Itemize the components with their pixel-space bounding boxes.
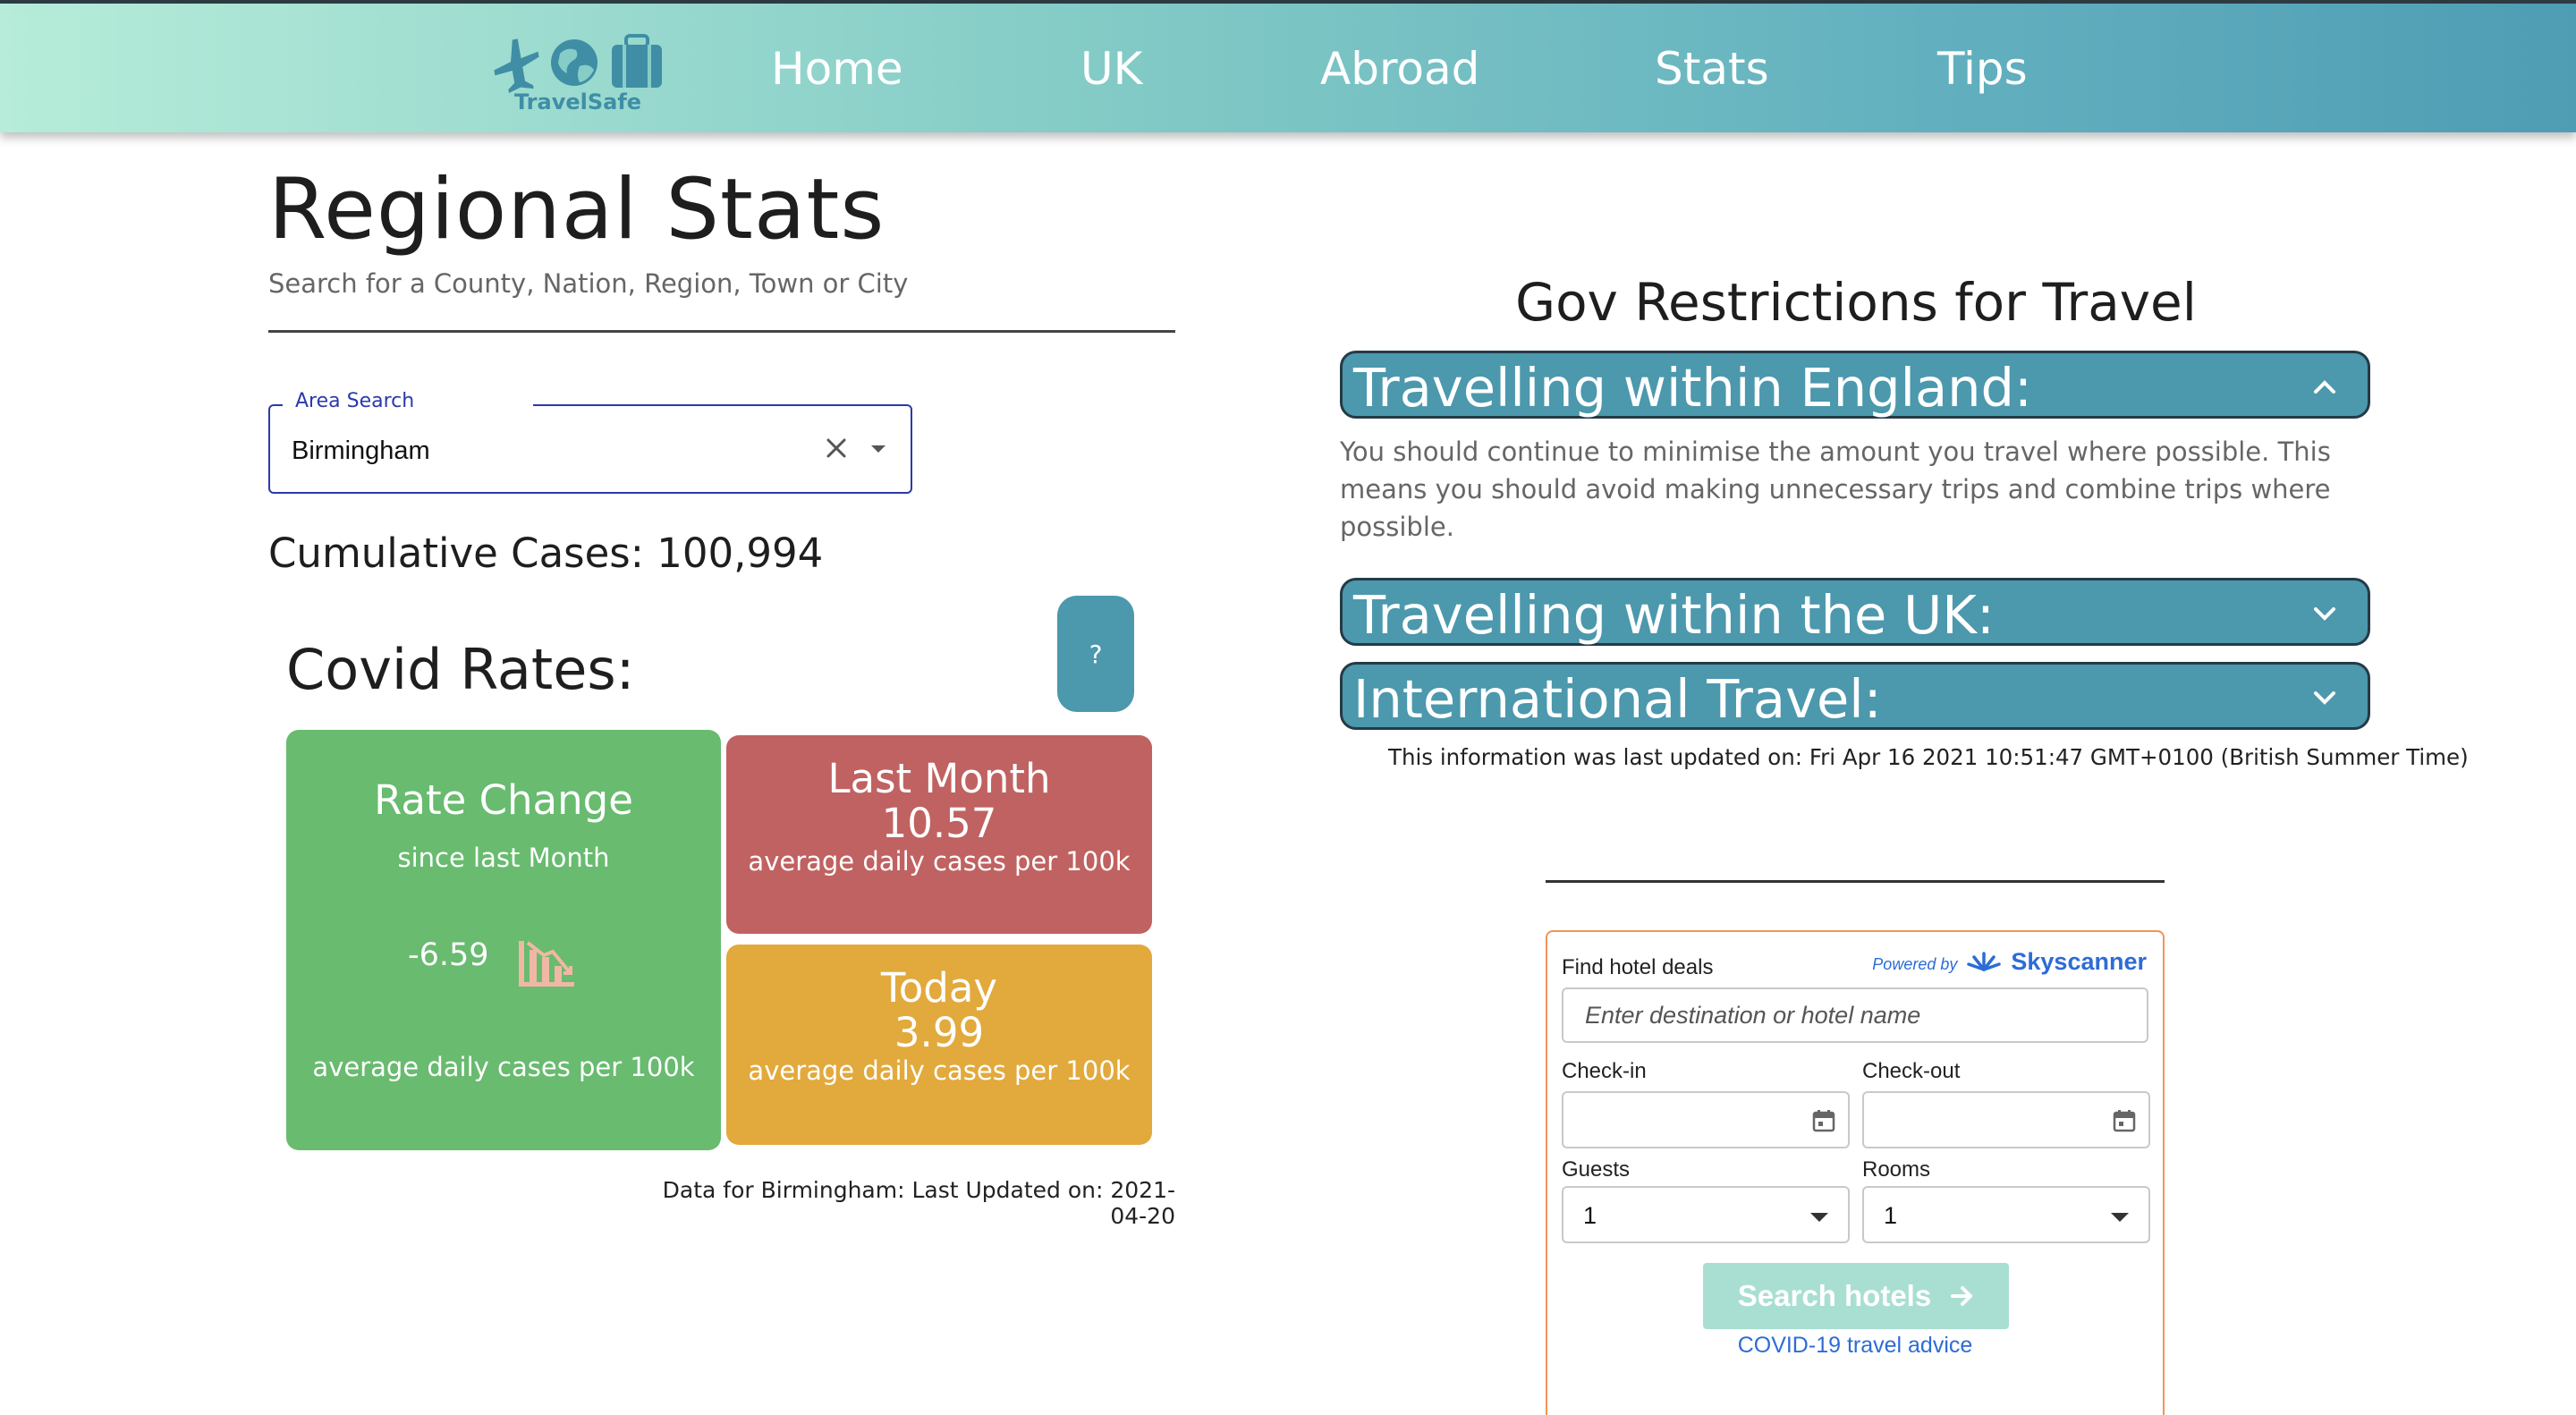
divider [268,330,1175,333]
accordion-label: Travelling within the UK: [1353,584,1995,646]
chevron-down-icon [2111,1213,2129,1222]
guests-label: Guests [1562,1157,1631,1182]
rooms-label: Rooms [1862,1157,1931,1182]
powered-by[interactable]: Powered by Skyscanner [1872,948,2147,976]
chevron-down-icon[interactable] [868,442,889,456]
trending-down-chart-icon [519,941,574,987]
chevron-down-icon [2314,691,2335,705]
nav-stats[interactable]: Stats [1655,43,1769,95]
card-title: Today [880,964,998,1012]
help-button[interactable]: ? [1057,596,1134,712]
search-hotels-label: Search hotels [1737,1279,1932,1312]
chevron-down-icon [1810,1213,1828,1222]
card-unit: average daily cases per 100k [748,1055,1131,1086]
area-search-input[interactable] [292,433,792,469]
checkin-label: Check-in [1562,1059,1647,1083]
nav-tips[interactable]: Tips [1937,43,2028,95]
guests-value: 1 [1583,1202,1597,1229]
top-nav: TravelSafe Home UK Abroad Stats Tips [0,0,2576,132]
card-unit: average daily cases per 100k [748,846,1131,877]
brand-name: TravelSafe [513,89,642,114]
today-card: Today 3.99 average daily cases per 100k [726,945,1152,1145]
page-title: Regional Stats [268,161,886,258]
hotel-widget-title: Find hotel deals [1562,955,1714,979]
nav-uk[interactable]: UK [1080,43,1142,95]
checkout-field[interactable] [1862,1091,2150,1148]
logo-icons [494,34,662,94]
card-value: 10.57 [881,800,997,847]
gov-restrictions-title: Gov Restrictions for Travel [1515,272,2197,333]
search-hotels-button[interactable]: Search hotels [1703,1263,2009,1329]
card-title: Last Month [827,755,1051,802]
cumulative-value: 100,994 [657,530,824,577]
area-search-label: Area Search [293,390,417,412]
checkout-label: Check-out [1862,1059,1961,1083]
covid-travel-advice-link[interactable]: COVID-19 travel advice [1547,1333,2163,1359]
arrow-right-icon [1951,1286,1973,1306]
gov-last-updated: This information was last updated on: Fr… [1388,744,2469,770]
accordion-international[interactable]: International Travel: [1340,662,2370,730]
accordion-label: Travelling within England: [1353,357,2032,419]
chevron-down-icon [2314,607,2335,621]
rooms-select[interactable]: 1 [1862,1186,2150,1243]
clear-icon[interactable] [823,435,850,462]
skyscanner-brand: Skyscanner [2011,948,2147,975]
travelsafe-logo[interactable]: TravelSafe [490,30,669,120]
card-title: Rate Change [374,776,633,824]
destination-input[interactable] [1562,987,2148,1043]
card-value: 3.99 [894,1009,985,1056]
calendar-icon[interactable] [2113,1109,2136,1132]
covid-rates-title: Covid Rates: [286,637,635,702]
checkin-field[interactable] [1562,1091,1850,1148]
accordion-within-england[interactable]: Travelling within England: [1340,351,2370,419]
nav-abroad[interactable]: Abroad [1320,43,1479,95]
card-subtitle: since last Month [397,843,610,873]
calendar-icon[interactable] [1812,1109,1835,1132]
rooms-value: 1 [1884,1202,1898,1229]
page-subtitle: Search for a County, Nation, Region, Tow… [268,268,909,299]
card-unit: average daily cases per 100k [312,1052,695,1082]
cumulative-cases: Cumulative Cases: 100,994 [268,530,823,577]
cumulative-label: Cumulative Cases: [268,530,644,577]
nav-home[interactable]: Home [771,43,903,95]
rate-change-card: Rate Change since last Month -6.59 avera… [286,730,721,1150]
hotel-search-widget: Find hotel deals Powered by Skyscanner C… [1546,930,2165,1415]
divider [1546,880,2165,883]
last-month-card: Last Month 10.57 average daily cases per… [726,735,1152,934]
chevron-up-icon [2314,380,2335,394]
powered-by-text: Powered by [1872,955,1958,973]
area-search-field[interactable]: Area Search [268,390,912,494]
guests-select[interactable]: 1 [1562,1186,1850,1243]
card-value: -6.59 [408,937,489,973]
accordion-body-england: You should continue to minimise the amou… [1340,436,2331,542]
accordion-label: International Travel: [1353,668,1882,730]
accordion-within-uk[interactable]: Travelling within the UK: [1340,578,2370,646]
skyscanner-sunrise-icon [1967,952,2002,971]
data-footnote: Data for Birmingham: Last Updated on: 20… [662,1177,1175,1229]
